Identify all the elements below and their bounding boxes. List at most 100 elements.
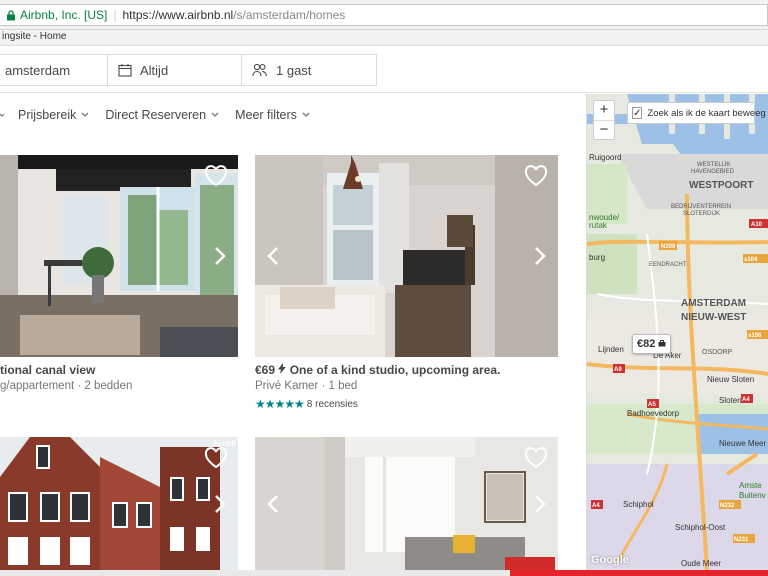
map-label-buitenv: Buitenv xyxy=(739,491,766,500)
price-filter-button[interactable]: Prijsbereik xyxy=(18,108,89,122)
briefcase-icon xyxy=(658,338,666,350)
map-label-westpoort: WESTPOORT xyxy=(689,180,753,191)
road-label-s106: s106 xyxy=(748,333,762,339)
map-canvas[interactable]: Ruigoord WESTELIJK HAVENGEBIED WESTPOORT… xyxy=(587,94,768,570)
heart-icon[interactable] xyxy=(204,447,228,474)
checkbox-checked-icon[interactable]: ✓ xyxy=(632,107,643,119)
url-path: /s/amsterdam/homes xyxy=(233,8,346,22)
map-label-lijnden: Lijnden xyxy=(598,345,624,354)
zoom-out-button[interactable]: − xyxy=(594,121,614,141)
dates-value: Altijd xyxy=(140,62,169,78)
photo-watermark: Airbnb xyxy=(212,439,236,448)
instant-book-filter-button[interactable]: Direct Reserveren xyxy=(105,108,219,122)
listing-title-row[interactable]: €69 One of a kind studio, upcoming area. xyxy=(255,363,500,377)
road-label-n232: N232 xyxy=(720,503,735,509)
map-label-nieuw-sloten: Nieuw Sloten xyxy=(707,375,754,384)
road-label-n200: N200 xyxy=(661,244,676,250)
map-label-schiphol-oost: Schiphol-Oost xyxy=(675,523,726,532)
chevron-down-icon xyxy=(302,112,310,118)
chevron-left-icon[interactable] xyxy=(267,494,279,519)
listing-photo[interactable] xyxy=(255,155,558,357)
search-as-map-moves-label: Zoek als ik de kaart beweeg xyxy=(647,107,766,119)
road-label-s104: s104 xyxy=(744,257,758,263)
chevron-right-icon[interactable] xyxy=(214,494,226,519)
map-label-badhoevedorp: Badhoevedorp xyxy=(627,409,680,418)
map-label-amstel: Amste xyxy=(739,481,762,490)
listing-photo-bright-room xyxy=(255,437,558,570)
map-label-ruigoord: Ruigoord xyxy=(589,153,621,162)
map-label-sloten: Sloten xyxy=(719,396,742,405)
map-label-westelijk: WESTELIJK xyxy=(697,162,730,168)
map-label-schiphol: Schiphol xyxy=(623,500,654,509)
road-label-a5: A5 xyxy=(648,402,656,408)
guests-value: 1 gast xyxy=(276,62,312,78)
guests-icon xyxy=(252,63,268,77)
listing-title[interactable]: tional canal view xyxy=(0,363,95,377)
map-label-nieuw-west: NIEUW-WEST xyxy=(681,312,746,323)
chevron-right-icon[interactable] xyxy=(534,494,546,519)
bookmark-item[interactable]: ingsite - Home xyxy=(2,31,66,42)
map-price-pin[interactable]: €82 xyxy=(632,334,672,354)
listing-rating: ★★★★★ 8 recensies xyxy=(255,397,358,411)
rating-stars: ★★★★★ xyxy=(255,397,305,411)
road-label-a9: A9 xyxy=(614,367,622,373)
heart-icon[interactable] xyxy=(204,165,228,192)
bookmarks-bar: ingsite - Home xyxy=(0,30,768,46)
map-zoom-controls: + − xyxy=(593,100,615,140)
map-label-rutak: rutak xyxy=(589,221,608,230)
map-label-eendracht: EENDRACHT xyxy=(649,262,687,268)
map-label-amsterdam: AMSTERDAM xyxy=(681,298,746,309)
filter-clipped-chevron-icon[interactable] xyxy=(0,110,5,120)
location-value: amsterdam xyxy=(5,62,71,78)
map-label-havengebied: HAVENGEBIED xyxy=(691,169,735,175)
heart-icon[interactable] xyxy=(524,165,548,192)
chevron-left-icon[interactable] xyxy=(267,246,279,271)
listing-subtitle: Privé Kamer · 1 bed xyxy=(255,380,358,392)
listing-subtitle: g/appartement · 2 bedden xyxy=(0,380,133,392)
location-field[interactable]: amsterdam xyxy=(0,54,108,86)
google-logo: Google xyxy=(591,554,629,566)
chevron-right-icon[interactable] xyxy=(534,246,546,271)
map-label-burg: burg xyxy=(589,253,605,262)
more-filters-label: Meer filters xyxy=(235,108,297,122)
browser-toolbar: Airbnb, Inc. [US] | https://www.airbnb.n… xyxy=(0,0,768,30)
map-label-oude-meer: Oude Meer xyxy=(681,559,721,568)
price-filter-label: Prijsbereik xyxy=(18,108,77,122)
map-price-value: €82 xyxy=(637,338,656,350)
calendar-icon xyxy=(118,63,132,77)
search-header: amsterdam Altijd 1 gast V xyxy=(0,47,768,124)
listing-title: One of a kind studio, upcoming area. xyxy=(289,363,501,377)
map-label-bedrijven: BEDRIJVENTERREIN xyxy=(671,204,731,210)
road-label-a10: A10 xyxy=(751,222,763,228)
listing-photo-canal-view xyxy=(0,155,238,357)
bottom-edge-red xyxy=(510,570,768,576)
map-label-osdorp: OSDORP xyxy=(702,349,733,356)
chevron-down-icon xyxy=(211,112,219,118)
url-text: https://www.airbnb.nl/s/amsterdam/homes xyxy=(123,8,346,22)
road-label-n231: N231 xyxy=(734,537,749,543)
listing-photo[interactable] xyxy=(255,437,558,570)
guests-field[interactable]: 1 gast xyxy=(242,54,377,86)
heart-icon[interactable] xyxy=(524,447,548,474)
map-panel[interactable]: Ruigoord WESTELIJK HAVENGEBIED WESTPOORT… xyxy=(587,94,768,570)
instant-book-icon xyxy=(278,363,287,377)
search-as-map-moves-toggle[interactable]: ✓ Zoek als ik de kaart beweeg xyxy=(627,102,766,124)
listing-price: €69 xyxy=(255,363,276,377)
listing-photo[interactable]: Airbnb xyxy=(0,437,238,570)
listing-photo-studio xyxy=(255,155,558,357)
url-prefix: https://www.airbnb.nl xyxy=(122,8,234,22)
chevron-right-icon[interactable] xyxy=(214,246,226,271)
lock-icon xyxy=(6,10,16,21)
address-bar[interactable]: Airbnb, Inc. [US] | https://www.airbnb.n… xyxy=(0,4,768,26)
url-separator: | xyxy=(113,8,117,22)
zoom-in-button[interactable]: + xyxy=(594,101,614,121)
listing-photo-canal-house xyxy=(0,437,238,570)
map-label-sloterdijk: SLOTERDIJK xyxy=(683,211,720,217)
dates-field[interactable]: Altijd xyxy=(108,54,242,86)
more-filters-button[interactable]: Meer filters xyxy=(235,108,310,122)
listing-photo[interactable] xyxy=(0,155,238,357)
road-label-a4-east: A4 xyxy=(742,397,750,403)
instant-book-filter-label: Direct Reserveren xyxy=(105,108,207,122)
secure-label: Airbnb, Inc. [US] xyxy=(20,8,108,22)
filter-bar: Prijsbereik Direct Reserveren Meer filte… xyxy=(0,94,586,136)
